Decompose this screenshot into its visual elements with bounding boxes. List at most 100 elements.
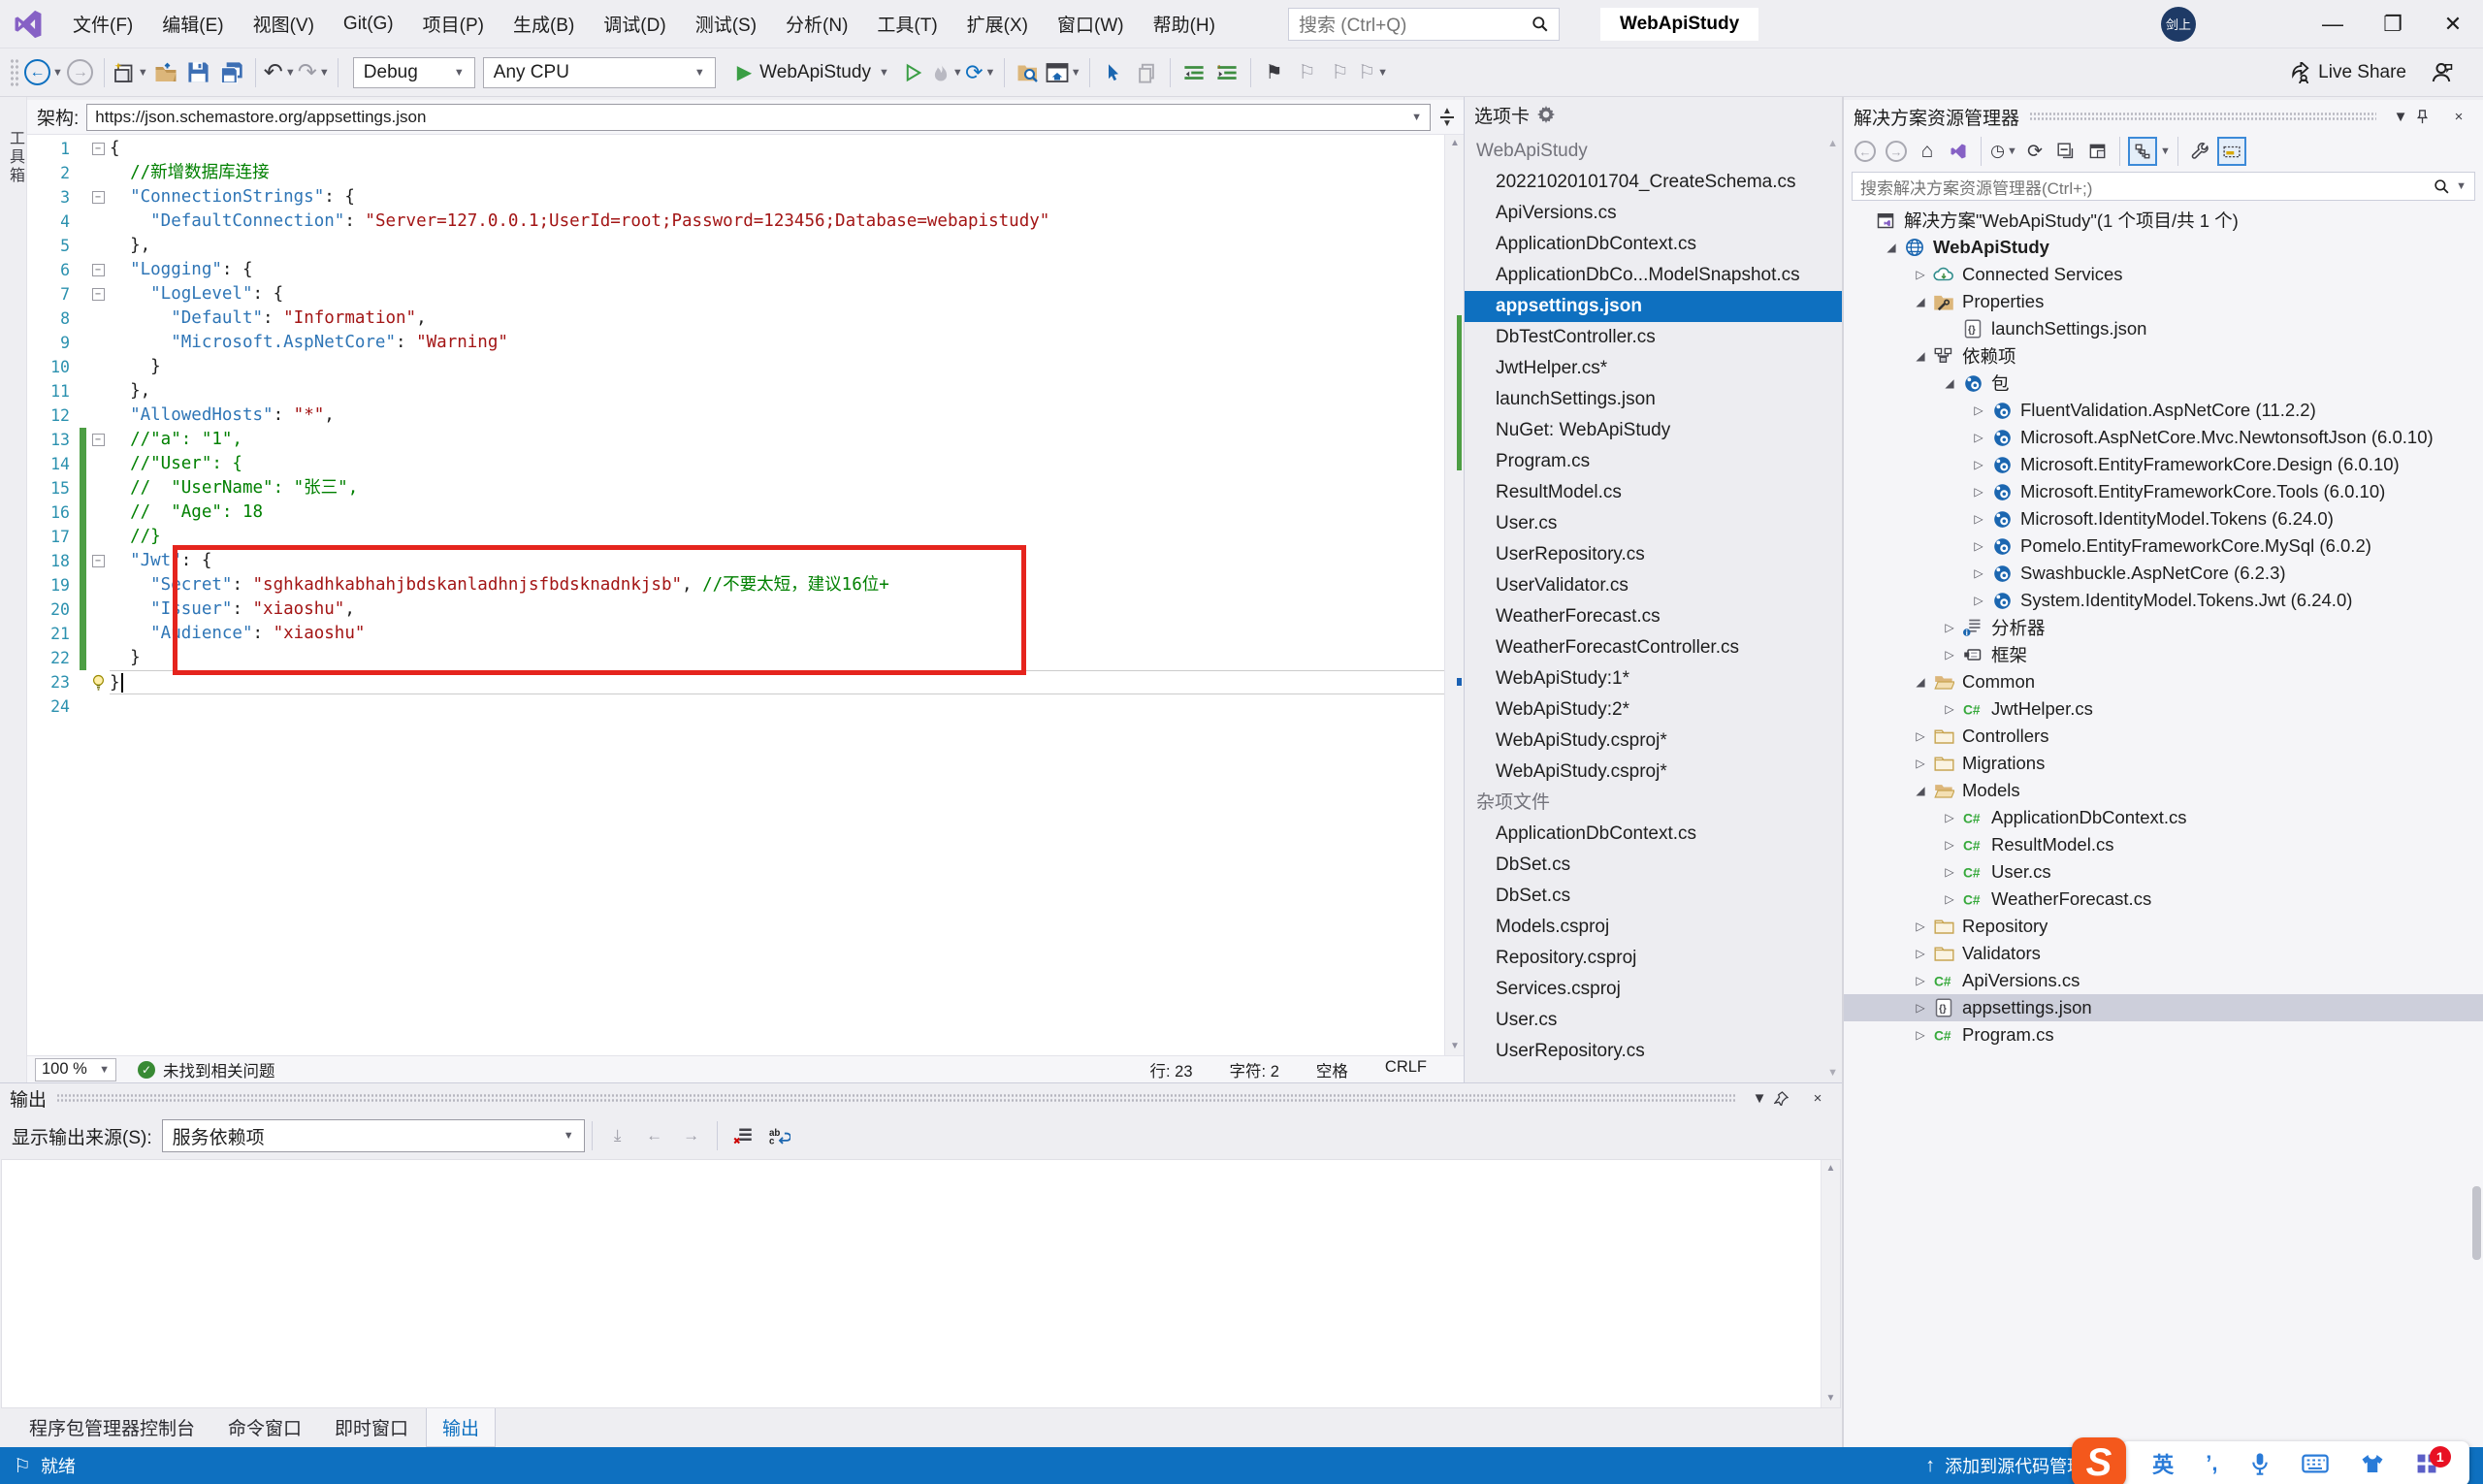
- fold-margin[interactable]: −: [86, 282, 110, 306]
- code-editor[interactable]: 1−{2 //新增数据库连接3− "ConnectionStrings": {4…: [27, 135, 1444, 1055]
- skin-icon[interactable]: [2361, 1453, 2384, 1474]
- open-document-item[interactable]: launchSettings.json: [1465, 384, 1842, 415]
- caret-line-indicator[interactable]: 行: 23: [1150, 1058, 1193, 1081]
- line-number[interactable]: 24: [27, 694, 80, 719]
- menu-item-8[interactable]: 测试(S): [681, 0, 771, 48]
- code-line[interactable]: 22 }: [27, 646, 1444, 670]
- menu-item-1[interactable]: 文件(F): [58, 0, 147, 48]
- code-line[interactable]: 13− //"a": "1",: [27, 428, 1444, 452]
- fold-margin[interactable]: [86, 622, 110, 646]
- ime-menu-grid-icon[interactable]: 1: [2416, 1453, 2437, 1474]
- open-document-item[interactable]: 20221020101704_CreateSchema.cs: [1465, 167, 1842, 198]
- tree-item[interactable]: ▷Pomelo.EntityFrameworkCore.MySql (6.0.2…: [1844, 532, 2483, 560]
- tree-item[interactable]: ◢包: [1844, 370, 2483, 397]
- tree-item[interactable]: ▷C#WeatherForecast.cs: [1844, 886, 2483, 913]
- new-project-button[interactable]: ▼: [113, 55, 148, 90]
- tree-collapsed-arrow-icon[interactable]: ▷: [1968, 566, 1989, 580]
- menu-item-10[interactable]: 工具(T): [862, 0, 951, 48]
- solution-platform-dropdown[interactable]: Any CPU▼: [483, 57, 716, 88]
- code-line[interactable]: 2 //新增数据库连接: [27, 161, 1444, 185]
- tree-item[interactable]: ▷FluentValidation.AspNetCore (11.2.2): [1844, 397, 2483, 424]
- line-number[interactable]: 16: [27, 500, 80, 525]
- tree-expanded-arrow-icon[interactable]: ◢: [1881, 241, 1902, 254]
- open-document-item[interactable]: User.cs: [1465, 1005, 1842, 1036]
- output-pin-icon[interactable]: [1774, 1091, 1803, 1106]
- code-line[interactable]: 3− "ConnectionStrings": {: [27, 185, 1444, 210]
- sync-with-active-document-icon[interactable]: [2128, 137, 2157, 166]
- line-number[interactable]: 8: [27, 306, 80, 331]
- tree-item[interactable]: ▷i分析器: [1844, 614, 2483, 641]
- open-document-item[interactable]: ApplicationDbContext.cs: [1465, 229, 1842, 260]
- code-line[interactable]: 8 "Default": "Information",: [27, 306, 1444, 331]
- navigate-forward-button[interactable]: →: [65, 55, 96, 90]
- fold-margin[interactable]: [86, 452, 110, 476]
- menu-item-3[interactable]: 视图(V): [239, 0, 329, 48]
- caret-column-indicator[interactable]: 字符: 2: [1230, 1058, 1279, 1081]
- tree-item[interactable]: ▷Microsoft.AspNetCore.Mvc.NewtonsoftJson…: [1844, 424, 2483, 451]
- open-document-item[interactable]: WebApiStudy.csproj*: [1465, 757, 1842, 788]
- scroll-down-icon[interactable]: ▼: [1827, 1067, 1838, 1079]
- editor-splitter-button[interactable]: ▲▼: [1435, 108, 1460, 127]
- line-number[interactable]: 11: [27, 379, 80, 403]
- tree-collapsed-arrow-icon[interactable]: ▷: [1910, 268, 1931, 281]
- code-text[interactable]: "LogLevel": {: [110, 282, 1444, 306]
- preview-selected-icon[interactable]: [2082, 137, 2112, 166]
- tree-expanded-arrow-icon[interactable]: ◢: [1939, 376, 1960, 390]
- code-line[interactable]: 7− "LogLevel": {: [27, 282, 1444, 306]
- indent-mode-indicator[interactable]: 空格: [1316, 1058, 1348, 1081]
- fold-margin[interactable]: [86, 403, 110, 428]
- tree-collapsed-arrow-icon[interactable]: ▷: [1939, 702, 1960, 716]
- open-document-item[interactable]: UserRepository.cs: [1465, 539, 1842, 570]
- redo-button[interactable]: ↷▼: [298, 55, 330, 90]
- code-line[interactable]: 23}: [27, 670, 1444, 694]
- menu-item-7[interactable]: 调试(D): [589, 0, 680, 48]
- code-text[interactable]: "AllowedHosts": "*",: [110, 403, 1444, 428]
- tree-item[interactable]: ▷C#ApplicationDbContext.cs: [1844, 804, 2483, 831]
- fold-margin[interactable]: −: [86, 137, 110, 161]
- line-number[interactable]: 6: [27, 258, 80, 282]
- solx-back-icon[interactable]: ←: [1851, 137, 1880, 166]
- tree-expanded-arrow-icon[interactable]: ◢: [1910, 675, 1931, 689]
- tree-collapsed-arrow-icon[interactable]: ▷: [1910, 974, 1931, 987]
- line-number[interactable]: 18: [27, 549, 80, 573]
- code-text[interactable]: {: [110, 137, 1444, 161]
- code-text[interactable]: //新增数据库连接: [110, 161, 1444, 185]
- code-text[interactable]: "Secret": "sghkadhkabhahjbdskanladhnjsfb…: [110, 573, 1444, 597]
- line-number[interactable]: 21: [27, 622, 80, 646]
- tree-item[interactable]: ▷C#Program.cs: [1844, 1021, 2483, 1048]
- solution-search-box[interactable]: 搜索解决方案资源管理器(Ctrl+;) ▼: [1852, 172, 2475, 201]
- tree-collapsed-arrow-icon[interactable]: ▷: [1968, 403, 1989, 417]
- menu-item-12[interactable]: 窗口(W): [1043, 0, 1139, 48]
- tree-collapsed-arrow-icon[interactable]: ▷: [1939, 811, 1960, 824]
- toolbox-tab[interactable]: 工具箱: [3, 130, 26, 185]
- close-button[interactable]: ✕: [2423, 0, 2483, 48]
- output-content[interactable]: ▲▼: [1, 1159, 1841, 1408]
- schema-url-dropdown[interactable]: https://json.schemastore.org/appsettings…: [86, 104, 1431, 131]
- tree-item[interactable]: ▷Controllers: [1844, 723, 2483, 750]
- tree-item[interactable]: 解决方案"WebApiStudy"(1 个项目/共 1 个): [1844, 207, 2483, 234]
- code-line[interactable]: 16 // "Age": 18: [27, 500, 1444, 525]
- clear-bookmarks-button[interactable]: ⚐▼: [1358, 55, 1389, 90]
- tree-collapsed-arrow-icon[interactable]: ▷: [1910, 1028, 1931, 1042]
- fold-margin[interactable]: −: [86, 428, 110, 452]
- start-without-debugging-button[interactable]: [898, 55, 929, 90]
- tree-collapsed-arrow-icon[interactable]: ▷: [1910, 947, 1931, 960]
- tree-collapsed-arrow-icon[interactable]: ▷: [1939, 838, 1960, 852]
- line-number[interactable]: 14: [27, 452, 80, 476]
- open-document-item[interactable]: ApiVersions.cs: [1465, 198, 1842, 229]
- code-line[interactable]: 4 "DefaultConnection": "Server=127.0.0.1…: [27, 210, 1444, 234]
- fold-margin[interactable]: [86, 331, 110, 355]
- open-document-item[interactable]: DbTestController.cs: [1465, 322, 1842, 353]
- line-number[interactable]: 4: [27, 210, 80, 234]
- tree-item[interactable]: ▷Validators: [1844, 940, 2483, 967]
- browser-link-button[interactable]: ▼: [1046, 55, 1081, 90]
- panel-drag-texture[interactable]: [2029, 112, 2376, 121]
- tree-item[interactable]: ▷{}appsettings.json: [1844, 994, 2483, 1021]
- output-scrollbar[interactable]: ▲▼: [1821, 1160, 1840, 1407]
- tree-collapsed-arrow-icon[interactable]: ▷: [1968, 539, 1989, 553]
- collapse-all-icon[interactable]: [2051, 137, 2080, 166]
- panel-drag-texture[interactable]: [56, 1093, 1735, 1103]
- open-document-item[interactable]: NuGet: WebApiStudy: [1465, 415, 1842, 446]
- tree-item[interactable]: ▷C#ResultModel.cs: [1844, 831, 2483, 858]
- restore-button[interactable]: ❐: [2363, 0, 2423, 48]
